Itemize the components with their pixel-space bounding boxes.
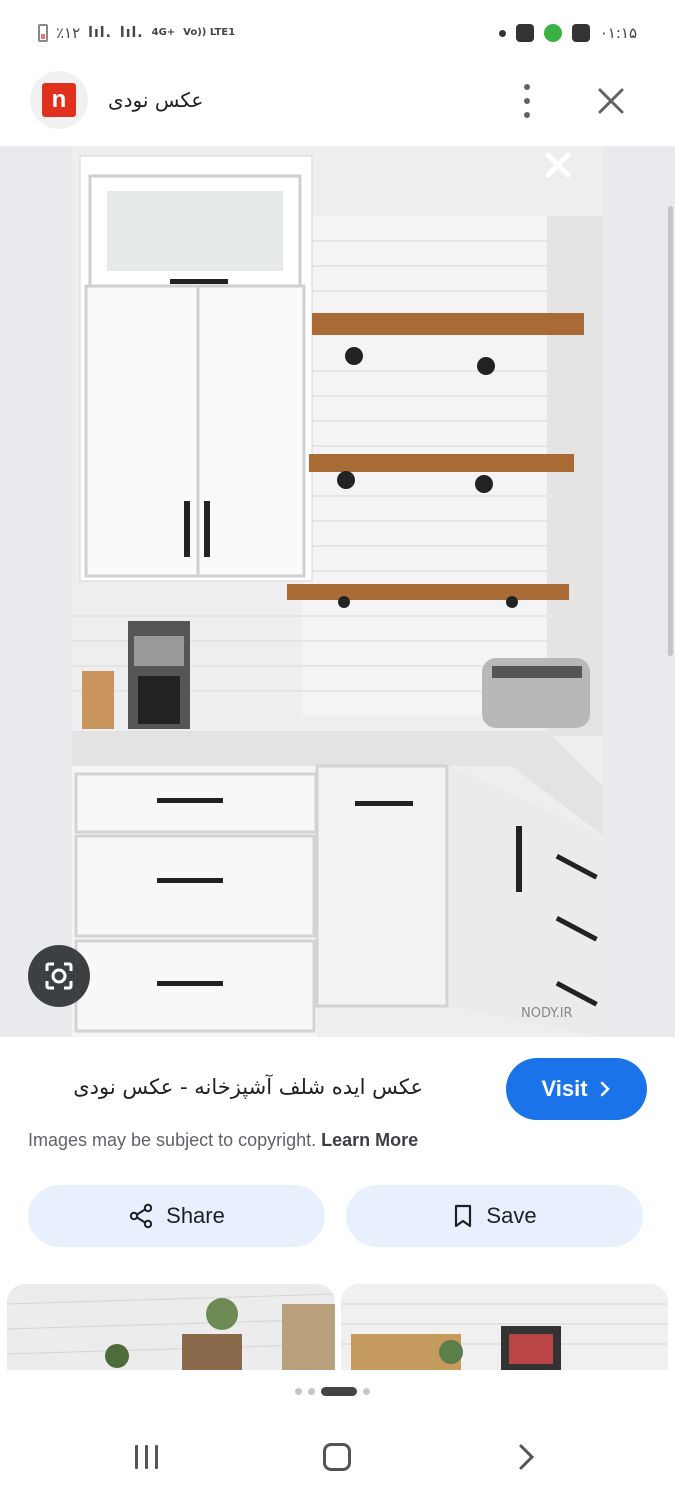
copyright-text: Images may be subject to copyright. (28, 1130, 317, 1150)
site-favicon[interactable]: n (30, 71, 88, 129)
back-icon[interactable] (512, 1442, 542, 1472)
battery-percent: ٪۱۲ (56, 24, 81, 42)
page-scrollbar[interactable] (668, 206, 673, 656)
share-button[interactable]: Share (28, 1185, 325, 1247)
home-icon[interactable] (323, 1443, 351, 1471)
network-volte-label: Vo)) LTE1 (183, 27, 236, 38)
site-name[interactable]: عکس نودی (108, 88, 203, 112)
image-watermark: NODY.IR (521, 1006, 573, 1021)
copyright-notice: Images may be subject to copyright. Lear… (28, 1130, 418, 1151)
visit-label: Visit (541, 1076, 588, 1101)
status-left: ٪۱۲ lıl. lıl. 4G+ Vo)) LTE1 (38, 24, 235, 42)
network-4g-label: 4G+ (151, 27, 176, 38)
image-title: عکس ایده شلف آشپزخانه - عکس نودی (73, 1075, 423, 1099)
battery-icon (38, 24, 48, 42)
signal-icon: lıl. (88, 25, 112, 41)
share-label: Share (166, 1203, 225, 1228)
chevron-right-icon (600, 1081, 610, 1097)
image-preview-area: NODY.IR (0, 146, 675, 1037)
visit-button[interactable]: Visit (506, 1058, 647, 1120)
image-close-icon[interactable] (543, 150, 573, 180)
recents-icon[interactable] (135, 1445, 158, 1469)
lens-search-button[interactable] (28, 945, 90, 1007)
learn-more-link[interactable]: Learn More (321, 1130, 418, 1150)
save-button[interactable]: Save (346, 1185, 643, 1247)
carousel-indicator (295, 1387, 370, 1396)
close-icon[interactable] (596, 86, 626, 116)
site-logo-letter: n (42, 83, 76, 117)
media-icon (515, 24, 534, 42)
signal-icon-2: lıl. (119, 25, 144, 41)
result-header: n عکس نودی (0, 56, 675, 146)
status-bar: ٪۱۲ lıl. lıl. 4G+ Vo)) LTE1 ۰۱:۱۵ (0, 0, 675, 56)
notification-dot-icon (498, 29, 506, 37)
gallery-icon (571, 24, 590, 42)
more-vert-icon[interactable] (520, 84, 534, 118)
save-label: Save (486, 1203, 537, 1228)
app-notification-icon (543, 24, 562, 42)
bookmark-icon (455, 1204, 472, 1228)
system-nav-bar (0, 1420, 675, 1500)
lens-icon (45, 962, 73, 990)
status-right: ۰۱:۱۵ (498, 24, 637, 42)
related-image-thumbnail[interactable] (341, 1284, 668, 1370)
clock: ۰۱:۱۵ (599, 24, 637, 42)
related-image-thumbnail[interactable] (7, 1284, 335, 1370)
kitchen-photo[interactable]: NODY.IR (72, 146, 603, 1037)
share-icon (129, 1203, 153, 1229)
